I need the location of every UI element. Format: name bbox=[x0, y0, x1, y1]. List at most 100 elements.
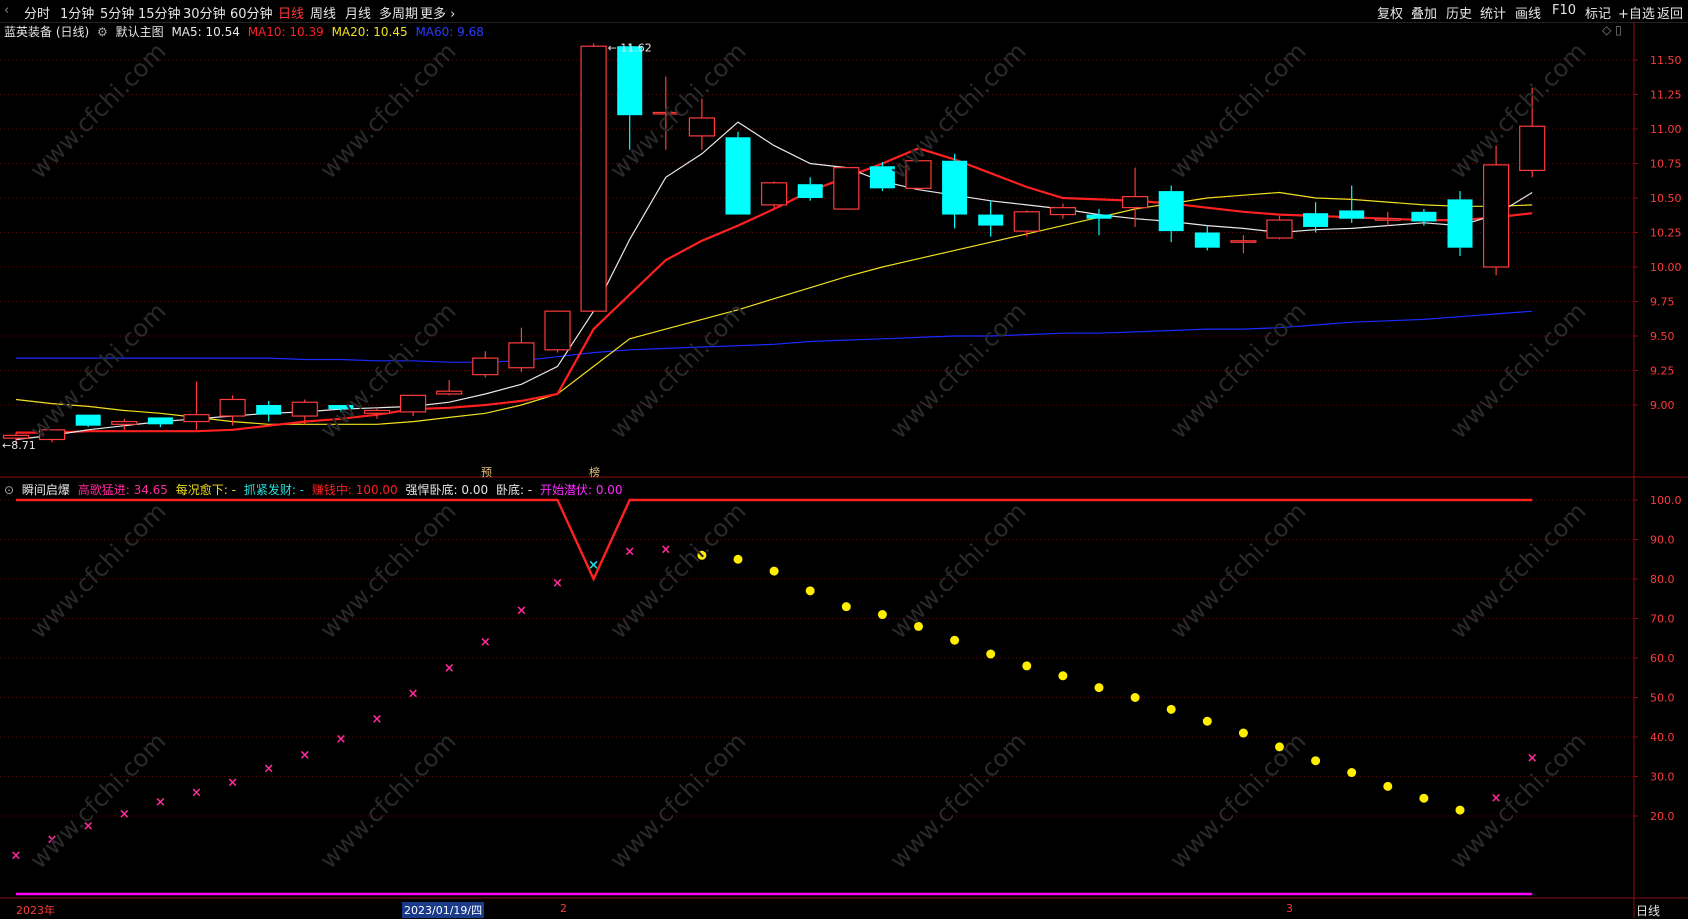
diamond-icon[interactable]: ◇ bbox=[1602, 23, 1611, 37]
candle-body bbox=[760, 182, 788, 206]
candle-body bbox=[400, 394, 427, 413]
yellow-dot bbox=[1094, 683, 1104, 693]
ma20-line bbox=[15, 191, 1533, 425]
y-tick-label: 10.50 bbox=[1650, 192, 1682, 205]
y-tick-label: 10.00 bbox=[1650, 261, 1682, 274]
watermark: www.cfchi.com bbox=[1164, 37, 1311, 184]
candle-body bbox=[472, 357, 499, 376]
y-tick-label: 80.0 bbox=[1650, 573, 1675, 586]
yellow-dot bbox=[1419, 793, 1429, 803]
y-tick-label: 60.0 bbox=[1650, 652, 1675, 665]
ma5-label: MA5: 10.54 bbox=[171, 25, 240, 39]
y-tick-label: 9.50 bbox=[1650, 330, 1675, 343]
candle-body bbox=[797, 184, 823, 198]
cross-marker: × bbox=[660, 542, 671, 557]
cross-marker: × bbox=[372, 712, 383, 727]
candle-body bbox=[219, 398, 246, 417]
high-label: ← 11.62 bbox=[608, 41, 652, 54]
candle-body bbox=[1374, 218, 1401, 221]
ma5-line bbox=[15, 121, 1533, 441]
cross-marker: × bbox=[624, 544, 635, 559]
ma60-label: MA60: 9.68 bbox=[415, 25, 484, 39]
watermark: www.cfchi.com bbox=[1444, 297, 1591, 444]
cross-marker: × bbox=[335, 732, 346, 747]
watermark: www.cfchi.com bbox=[314, 37, 461, 184]
window-icon[interactable]: ▯ bbox=[1615, 23, 1622, 37]
chart-canvas[interactable]: 9.00 9.25 9.50 9.75 10.00 10.25 10.50 10.75 11.0… bbox=[0, 0, 1688, 918]
watermark: www.cfchi.com bbox=[1164, 497, 1311, 644]
y-tick-label: 9.75 bbox=[1650, 296, 1675, 309]
tag-bang: 榜 bbox=[589, 466, 600, 479]
template-name[interactable]: 默认主图 bbox=[116, 25, 164, 39]
yellow-dot bbox=[986, 649, 996, 659]
watermark: www.cfchi.com bbox=[314, 727, 461, 874]
watermark: www.cfchi.com bbox=[604, 297, 751, 444]
cross-marker: × bbox=[227, 775, 238, 790]
stock-name: 蓝英装备 (日线) bbox=[4, 25, 90, 39]
cross-marker: × bbox=[155, 795, 166, 810]
tag-yu: 预 bbox=[481, 466, 492, 479]
settings-icon[interactable]: ⚙ bbox=[97, 25, 108, 39]
y-tick-label: 100.0 bbox=[1650, 494, 1682, 507]
indicator-name[interactable]: 瞬间启爆 bbox=[22, 483, 70, 497]
yellow-dot bbox=[1166, 704, 1176, 714]
collapse-icon[interactable]: ⊙ bbox=[4, 483, 14, 497]
candle-body bbox=[833, 167, 860, 210]
watermark: www.cfchi.com bbox=[314, 497, 461, 644]
candle-body bbox=[256, 405, 282, 415]
legend-l7: 开始潜伏: 0.00 bbox=[539, 483, 623, 497]
cross-marker: × bbox=[299, 748, 310, 763]
date-start: 2023年 bbox=[16, 904, 55, 917]
candle-body bbox=[580, 45, 607, 312]
legend-l5: 强悍卧底: 0.00 bbox=[405, 483, 489, 497]
cross-marker: × bbox=[588, 558, 599, 573]
candle-body bbox=[1447, 199, 1473, 248]
candle-body bbox=[2, 434, 30, 439]
y-tick-label: 30.0 bbox=[1650, 771, 1675, 784]
yellow-dot bbox=[1455, 805, 1465, 815]
yellow-dot bbox=[950, 635, 960, 645]
candle-body bbox=[508, 342, 535, 369]
cross-marker: × bbox=[444, 661, 455, 676]
candle-body bbox=[1519, 125, 1546, 171]
watermark: www.cfchi.com bbox=[1444, 497, 1591, 644]
cross-marker: × bbox=[263, 762, 274, 777]
candle-body bbox=[1121, 196, 1149, 209]
cross-marker: × bbox=[119, 807, 130, 822]
candle-body bbox=[291, 401, 318, 417]
yellow-dot bbox=[1130, 693, 1140, 702]
legend-l1: 高歌猛进: 34.65 bbox=[77, 483, 168, 497]
yellow-dot bbox=[1383, 781, 1393, 791]
candle-body bbox=[1194, 232, 1220, 248]
candle-body bbox=[363, 409, 391, 414]
ma10-label: MA10: 10.39 bbox=[247, 25, 324, 39]
candle-body bbox=[544, 310, 571, 351]
watermark: www.cfchi.com bbox=[884, 727, 1031, 874]
watermark: www.cfchi.com bbox=[604, 727, 751, 874]
main-legend: 蓝英装备 (日线) ⚙ 默认主图 MA5: 10.54 MA10: 10.39 … bbox=[4, 23, 488, 40]
yellow-dot bbox=[1058, 671, 1068, 681]
legend-l2: 每况愈下: - bbox=[175, 483, 236, 497]
candle-body bbox=[1482, 164, 1510, 268]
date-month-3: 3 bbox=[1286, 902, 1293, 915]
yellow-dot bbox=[733, 554, 743, 564]
period-label[interactable]: 日线 bbox=[1636, 902, 1660, 919]
candle-body bbox=[1411, 211, 1437, 222]
y-tick-label: 90.0 bbox=[1650, 534, 1675, 547]
yellow-dot bbox=[1238, 728, 1248, 738]
candle-body bbox=[942, 160, 968, 215]
cross-marker: × bbox=[480, 635, 491, 650]
y-tick-label: 11.25 bbox=[1650, 89, 1682, 102]
cross-marker: × bbox=[516, 604, 527, 619]
legend-l3: 抓紧发财: - bbox=[243, 483, 305, 497]
y-tick-label: 50.0 bbox=[1650, 692, 1675, 705]
watermark: www.cfchi.com bbox=[604, 497, 751, 644]
sub-legend: ⊙ 瞬间启爆 高歌猛进: 34.65 每况愈下: - 抓紧发财: - 赚钱中: … bbox=[4, 481, 627, 498]
y-tick-label: 11.00 bbox=[1650, 123, 1682, 136]
candle-body bbox=[183, 414, 210, 423]
candle-body bbox=[147, 417, 173, 425]
watermark: www.cfchi.com bbox=[1444, 37, 1591, 184]
candle-body bbox=[75, 414, 101, 426]
pane-controls: ◇ ▯ bbox=[1602, 23, 1626, 37]
candle-body bbox=[1303, 213, 1329, 227]
